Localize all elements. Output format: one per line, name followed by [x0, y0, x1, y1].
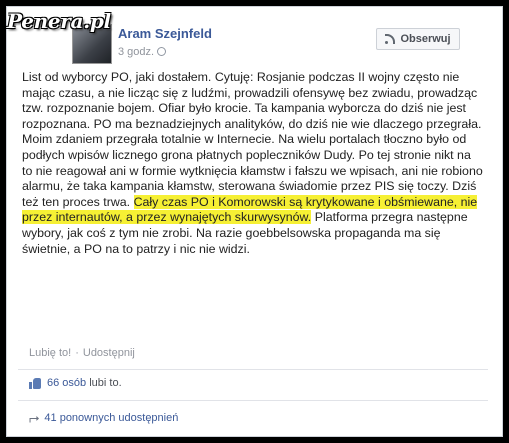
globe-icon	[157, 47, 167, 56]
divider	[18, 400, 488, 401]
shares-row[interactable]: ⮣ 41 ponownych udostępnień	[29, 410, 178, 426]
divider	[18, 369, 488, 370]
likes-count[interactable]: 66 osób	[47, 377, 86, 389]
shares-count: 41 ponownych udostępnień	[44, 412, 179, 424]
share-arrow-icon: ⮣	[29, 410, 40, 425]
rss-icon	[385, 34, 396, 44]
screenshot-frame: Penera.pl Aram Szejnfeld 3 godz. Obserwu…	[0, 0, 509, 443]
like-link[interactable]: Lubię to!	[29, 347, 71, 359]
follow-button[interactable]: Obserwuj	[376, 28, 460, 50]
thumbs-up-icon	[29, 377, 42, 389]
watermark-logo: Penera.pl	[7, 9, 111, 33]
action-separator: ·	[75, 347, 79, 359]
likes-suffix: lubi to.	[89, 377, 122, 389]
share-link[interactable]: Udostępnij	[83, 347, 135, 359]
post-actions: Lubię to! · Udostępnij	[29, 347, 135, 359]
post-time: 3 godz.	[118, 46, 155, 58]
likes-row: 66 osób lubi to.	[29, 377, 122, 389]
post-timestamp[interactable]: 3 godz.	[118, 46, 167, 58]
author-name[interactable]: Aram Szejnfeld	[118, 26, 212, 41]
post-text-before: List od wyborcy PO, jaki dostałem. Cytuj…	[22, 70, 483, 209]
post-body: List od wyborcy PO, jaki dostałem. Cytuj…	[22, 70, 484, 257]
follow-button-label: Obserwuj	[400, 33, 451, 45]
